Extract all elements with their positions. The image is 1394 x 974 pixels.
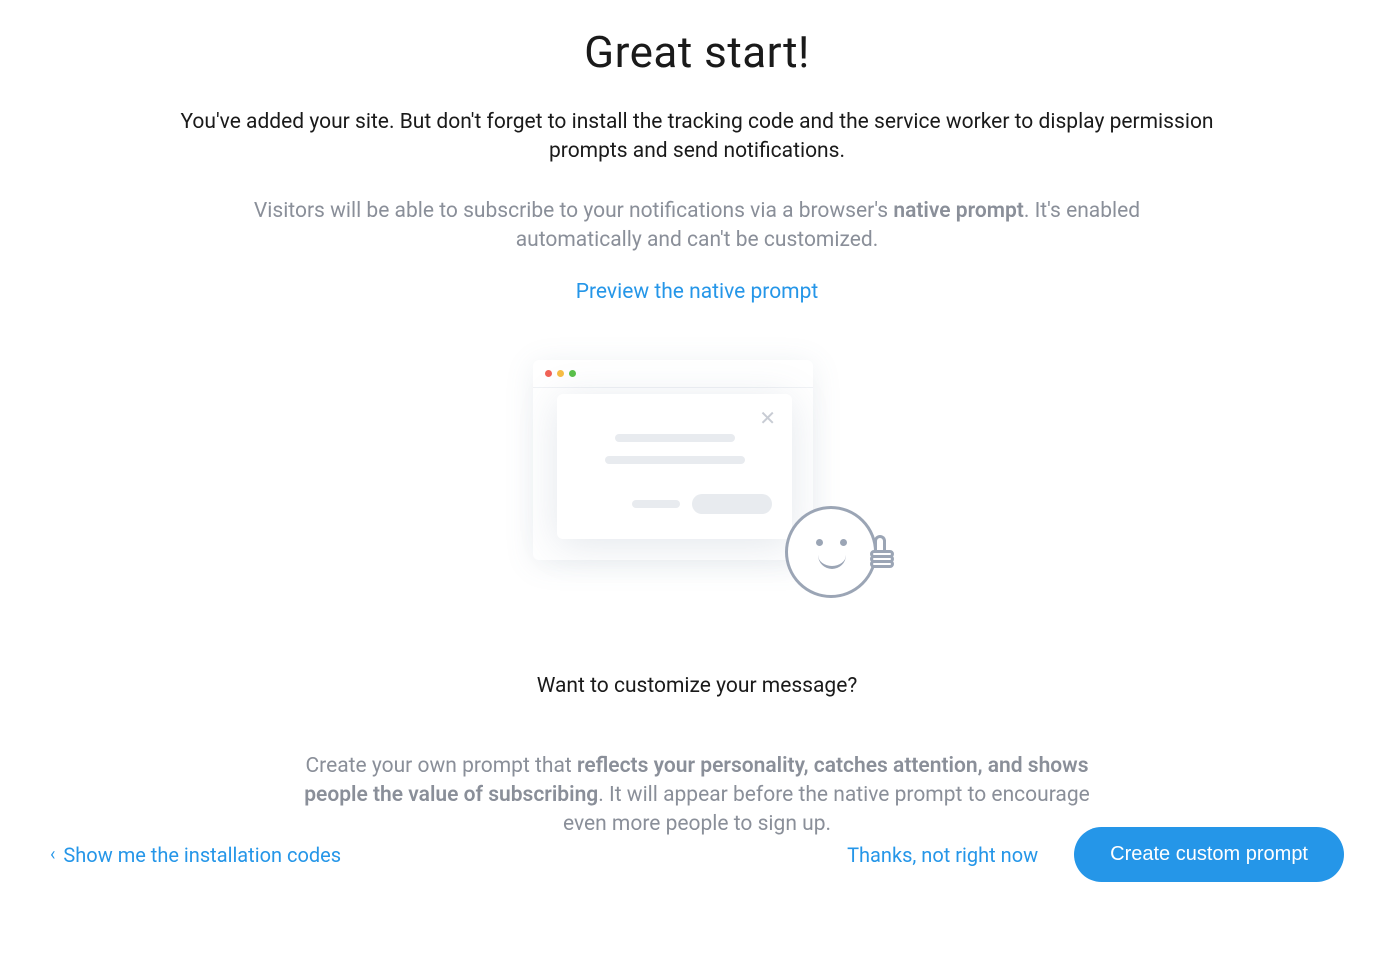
preview-native-prompt-link[interactable]: Preview the native prompt <box>576 280 819 304</box>
traffic-light-yellow-icon <box>557 370 564 377</box>
back-link-label: Show me the installation codes <box>63 843 341 867</box>
skip-link[interactable]: Thanks, not right now <box>847 843 1038 867</box>
customize-title: Want to customize your message? <box>0 674 1394 698</box>
traffic-light-red-icon <box>545 370 552 377</box>
browser-header-graphic <box>533 360 813 388</box>
onboarding-panel: Great start! You've added your site. But… <box>0 0 1394 840</box>
back-to-installation-link[interactable]: ‹ Show me the installation codes <box>50 843 341 867</box>
native-prompt-description: Visitors will be able to subscribe to yo… <box>217 197 1177 256</box>
customize-desc-pre: Create your own prompt that <box>305 754 577 778</box>
footer-actions: ‹ Show me the installation codes Thanks,… <box>50 827 1344 882</box>
create-custom-prompt-button[interactable]: Create custom prompt <box>1074 827 1344 882</box>
page-title: Great start! <box>0 26 1394 78</box>
close-icon: ✕ <box>759 406 776 430</box>
chevron-left-icon: ‹ <box>50 844 55 865</box>
page-subtitle: You've added your site. But don't forget… <box>147 108 1247 167</box>
smiley-thumbs-up-icon <box>785 506 877 598</box>
popup-graphic: ✕ <box>557 394 792 539</box>
description-pre: Visitors will be able to subscribe to yo… <box>254 199 893 223</box>
prompt-illustration: ✕ <box>517 354 877 614</box>
traffic-light-green-icon <box>569 370 576 377</box>
description-bold: native prompt <box>893 199 1024 223</box>
